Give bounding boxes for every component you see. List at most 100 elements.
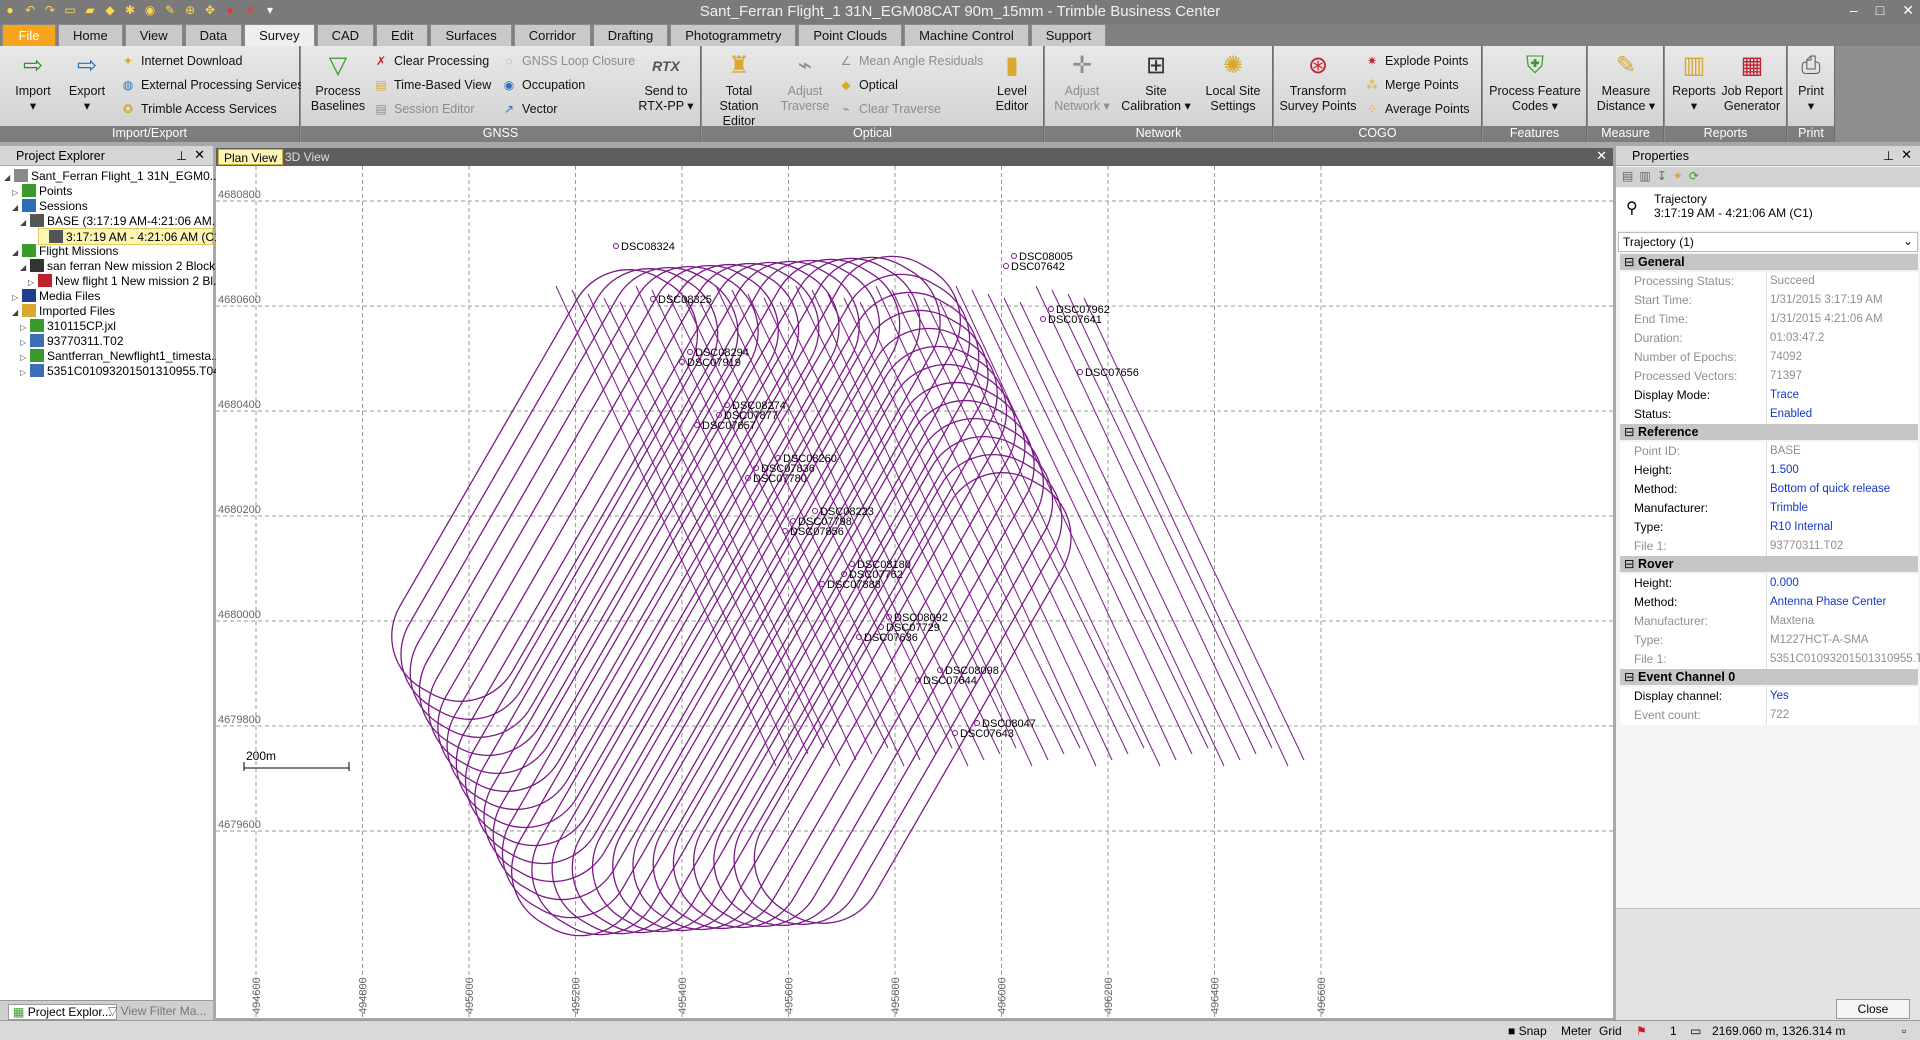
expand-toggle-icon[interactable]: ▷ <box>20 364 30 381</box>
property-section[interactable]: ⊟ Rover <box>1620 556 1918 572</box>
property-row[interactable]: Type: R10 Internal <box>1620 518 1918 537</box>
tab-project-explorer[interactable]: ▦ Project Explor... <box>8 1004 117 1020</box>
close-button[interactable]: Close <box>1836 999 1910 1019</box>
import-button[interactable]: ⇨ Import ▾ <box>8 50 58 114</box>
property-section[interactable]: ⊟ General <box>1620 254 1918 270</box>
flight-line[interactable] <box>453 239 902 886</box>
flight-line[interactable] <box>732 451 1093 946</box>
property-row[interactable]: Manufacturer: Trimble <box>1620 499 1918 518</box>
collapse-icon[interactable]: ⊟ <box>1624 254 1634 270</box>
close-panel-icon[interactable]: ✕ <box>194 147 205 163</box>
tab-view[interactable]: View <box>124 24 183 46</box>
expand-toggle-icon[interactable]: ◢ <box>20 214 30 231</box>
clear-traverse-button[interactable]: ⌁ Clear Traverse <box>838 102 941 116</box>
tab-photogrammetry[interactable]: Photogrammetry <box>670 24 797 46</box>
property-value[interactable]: Enabled <box>1770 408 1812 420</box>
level-editor-button[interactable]: ▮ Level Editor <box>984 50 1040 114</box>
property-value[interactable]: Trace <box>1770 389 1799 401</box>
flight-line[interactable] <box>611 343 1038 952</box>
collapse-icon[interactable]: ⊟ <box>1624 424 1634 440</box>
lightbulb-icon[interactable]: ✦ <box>1673 169 1683 185</box>
tab-survey[interactable]: Survey <box>244 24 315 46</box>
export-button[interactable]: ⇨ Export ▾ <box>62 50 112 114</box>
collapse-icon[interactable]: ⊟ <box>1624 556 1634 572</box>
internet-download-button[interactable]: ✦ Internet Download <box>120 54 242 68</box>
time-based-view-button[interactable]: ▤ Time-Based View <box>373 78 491 92</box>
categorized-icon[interactable]: ▤ <box>1622 169 1633 185</box>
flight-line[interactable] <box>370 248 720 723</box>
tab-surfaces[interactable]: Surfaces <box>430 24 512 46</box>
alphabetical-icon[interactable]: ▥ <box>1639 169 1650 185</box>
total-station-editor-button[interactable]: ♜ Total Station Editor <box>706 50 772 129</box>
flight-strip[interactable] <box>811 289 1033 767</box>
close-icon[interactable]: ✕ <box>1902 2 1914 19</box>
property-row[interactable]: Display channel: Yes <box>1620 687 1918 706</box>
flight-strip[interactable] <box>1051 289 1273 749</box>
mean-angle-residuals-button[interactable]: ∠ Mean Angle Residuals <box>838 54 984 68</box>
flight-line[interactable] <box>490 234 983 957</box>
property-value[interactable]: R10 Internal <box>1770 521 1833 533</box>
tab-machine-control[interactable]: Machine Control <box>904 24 1029 46</box>
tab-file[interactable]: File <box>2 24 56 46</box>
grid-toggle[interactable]: Grid <box>1599 1024 1622 1038</box>
flight-strip[interactable] <box>955 285 1177 761</box>
collapse-icon[interactable]: ⊟ <box>1624 669 1634 685</box>
average-points-button[interactable]: ⁘ Average Points <box>1364 102 1470 116</box>
object-selector[interactable]: Trajectory (1) ⌄ <box>1618 232 1918 252</box>
trajectory-group[interactable] <box>370 234 1305 957</box>
property-value[interactable]: 1.500 <box>1770 464 1799 476</box>
tab-3d-view[interactable]: 3D View <box>280 149 334 165</box>
external-processing-button[interactable]: ◍ External Processing Services <box>120 78 304 92</box>
units-indicator[interactable]: Meter <box>1561 1024 1592 1038</box>
optical-button[interactable]: ◆ Optical <box>838 78 898 92</box>
property-row[interactable]: Method: Antenna Phase Center <box>1620 593 1918 612</box>
gnss-loop-closure-button[interactable]: ◌ GNSS Loop Closure <box>501 54 635 68</box>
vector-button[interactable]: ↗ Vector <box>501 102 557 116</box>
flight-strip[interactable] <box>891 289 1113 761</box>
tab-home[interactable]: Home <box>58 24 123 46</box>
tree-item[interactable]: ▷ 5351C01093201501310955.T04 <box>20 363 220 380</box>
pin-icon[interactable]: ⊥ <box>1883 148 1894 163</box>
explode-points-button[interactable]: ✷ Explode Points <box>1364 54 1468 68</box>
plan-view-svg[interactable]: 494600 494800 495000 495200 495400 495600 4958… <box>216 166 1613 1018</box>
property-section[interactable]: ⊟ Reference <box>1620 424 1918 440</box>
flight-line[interactable] <box>434 241 861 850</box>
flight-line[interactable] <box>379 247 740 742</box>
pin-icon[interactable]: ⊥ <box>176 148 187 163</box>
flight-strip[interactable] <box>1067 293 1289 767</box>
property-value[interactable]: Yes <box>1770 690 1789 702</box>
flight-strip[interactable] <box>827 293 1049 761</box>
session-editor-button[interactable]: ▤ Session Editor <box>373 102 474 116</box>
tab-view-filter[interactable]: ▽ View Filter Ma... <box>108 1004 206 1018</box>
minimize-icon[interactable]: – <box>1850 2 1858 19</box>
process-baselines-button[interactable]: ▽ Process Baselines <box>307 50 369 114</box>
snap-toggle[interactable]: ■ Snap <box>1508 1024 1547 1038</box>
local-site-settings-button[interactable]: ✺ Local Site Settings <box>1197 50 1269 114</box>
plan-view-canvas[interactable]: 494600 494800 495000 495200 495400 495600 4958… <box>216 166 1613 1018</box>
tab-edit[interactable]: Edit <box>376 24 429 46</box>
property-value[interactable]: 0.000 <box>1770 577 1799 589</box>
property-row[interactable]: Height: 1.500 <box>1620 461 1918 480</box>
tab-data[interactable]: Data <box>184 24 243 46</box>
property-section[interactable]: ⊟ Event Channel 0 <box>1620 669 1918 685</box>
tab-plan-view[interactable]: Plan View <box>218 149 284 165</box>
print-button[interactable]: ⎙ Print ▾ <box>1790 50 1832 114</box>
flag-icon[interactable]: ⚑ <box>1636 1024 1647 1038</box>
property-row[interactable]: Status: Enabled <box>1620 405 1918 424</box>
job-report-generator-button[interactable]: ▦ Job Report Generator <box>1721 50 1783 114</box>
process-feature-codes-button[interactable]: ⛨ Process Feature Codes ▾ <box>1487 50 1583 114</box>
trimble-access-button[interactable]: ✪ Trimble Access Services <box>120 102 277 116</box>
adjust-network-button[interactable]: ✛ Adjust Network ▾ <box>1049 50 1115 114</box>
tab-drafting[interactable]: Drafting <box>592 24 669 46</box>
selection-icon[interactable]: ▭ <box>1690 1024 1701 1038</box>
property-row[interactable]: Height: 0.000 <box>1620 574 1918 593</box>
tab-support[interactable]: Support <box>1030 24 1107 46</box>
occupation-button[interactable]: ◉ Occupation <box>501 78 585 92</box>
maximize-icon[interactable]: □ <box>1876 2 1884 19</box>
property-value[interactable]: Trimble <box>1770 502 1808 514</box>
tab-corridor[interactable]: Corridor <box>513 24 591 46</box>
flight-strip[interactable] <box>971 289 1193 755</box>
merge-points-button[interactable]: ⁂ Merge Points <box>1364 78 1459 92</box>
measure-distance-button[interactable]: ✎ Measure Distance ▾ <box>1592 50 1660 114</box>
clear-processing-button[interactable]: ✗ Clear Processing <box>373 54 489 68</box>
